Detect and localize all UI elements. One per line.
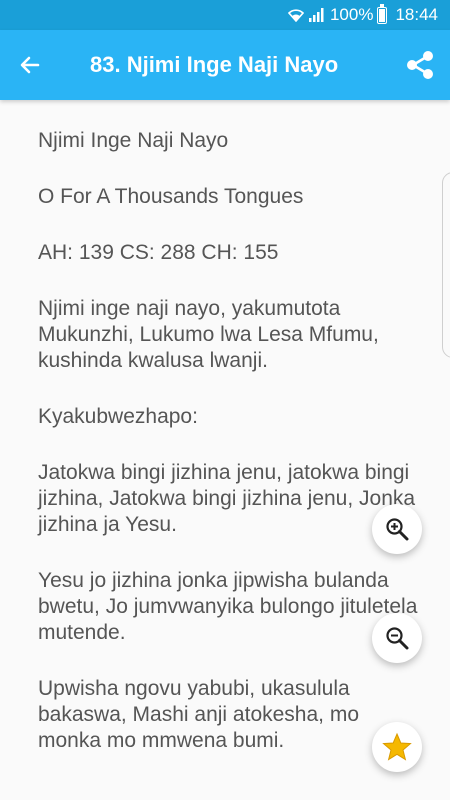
signal-icon [308,8,324,22]
zoom-in-button[interactable] [372,504,422,554]
hymn-title: Njimi Inge Naji Nayo [38,129,229,152]
status-bar: 100% 18:44 [0,0,450,30]
zoom-in-icon [386,518,409,541]
hymn-content: Njimi Inge Naji Nayo O For A Thousands T… [0,100,450,800]
hymn-references: AH: 139 CS: 288 CH: 155 [38,241,279,264]
wifi-icon [287,9,304,22]
chorus-label: Kyakubwezhapo: [38,405,198,428]
page-title: 83. Njimi Inge Naji Nayo [90,52,339,77]
hymn-verse: Yesu jo jizhina jonka jipwisha bulanda b… [38,569,418,644]
battery-percent: 100% [329,5,374,24]
arrow-left-icon [20,56,40,74]
zoom-out-button[interactable] [372,613,422,663]
hymn-verse: Njimi inge naji nayo, yakumutota Mukunzh… [38,297,379,372]
share-icon [407,51,433,79]
star-icon [382,732,412,761]
favorite-button[interactable] [372,722,422,772]
hymn-english-title: O For A Thousands Tongues [38,185,304,208]
app-bar: 83. Njimi Inge Naji Nayo [0,30,450,100]
clock: 18:44 [395,5,438,24]
scroll-indicator[interactable] [442,172,450,358]
hymn-chorus: Jatokwa bingi jizhina jenu, jatokwa bing… [38,461,416,536]
battery-icon [377,3,388,24]
hymn-verse: Upwisha ngovu yabubi, ukasulula bakaswa,… [38,677,359,752]
share-button[interactable] [390,30,450,100]
back-button[interactable] [0,30,60,100]
zoom-out-icon [386,627,409,650]
